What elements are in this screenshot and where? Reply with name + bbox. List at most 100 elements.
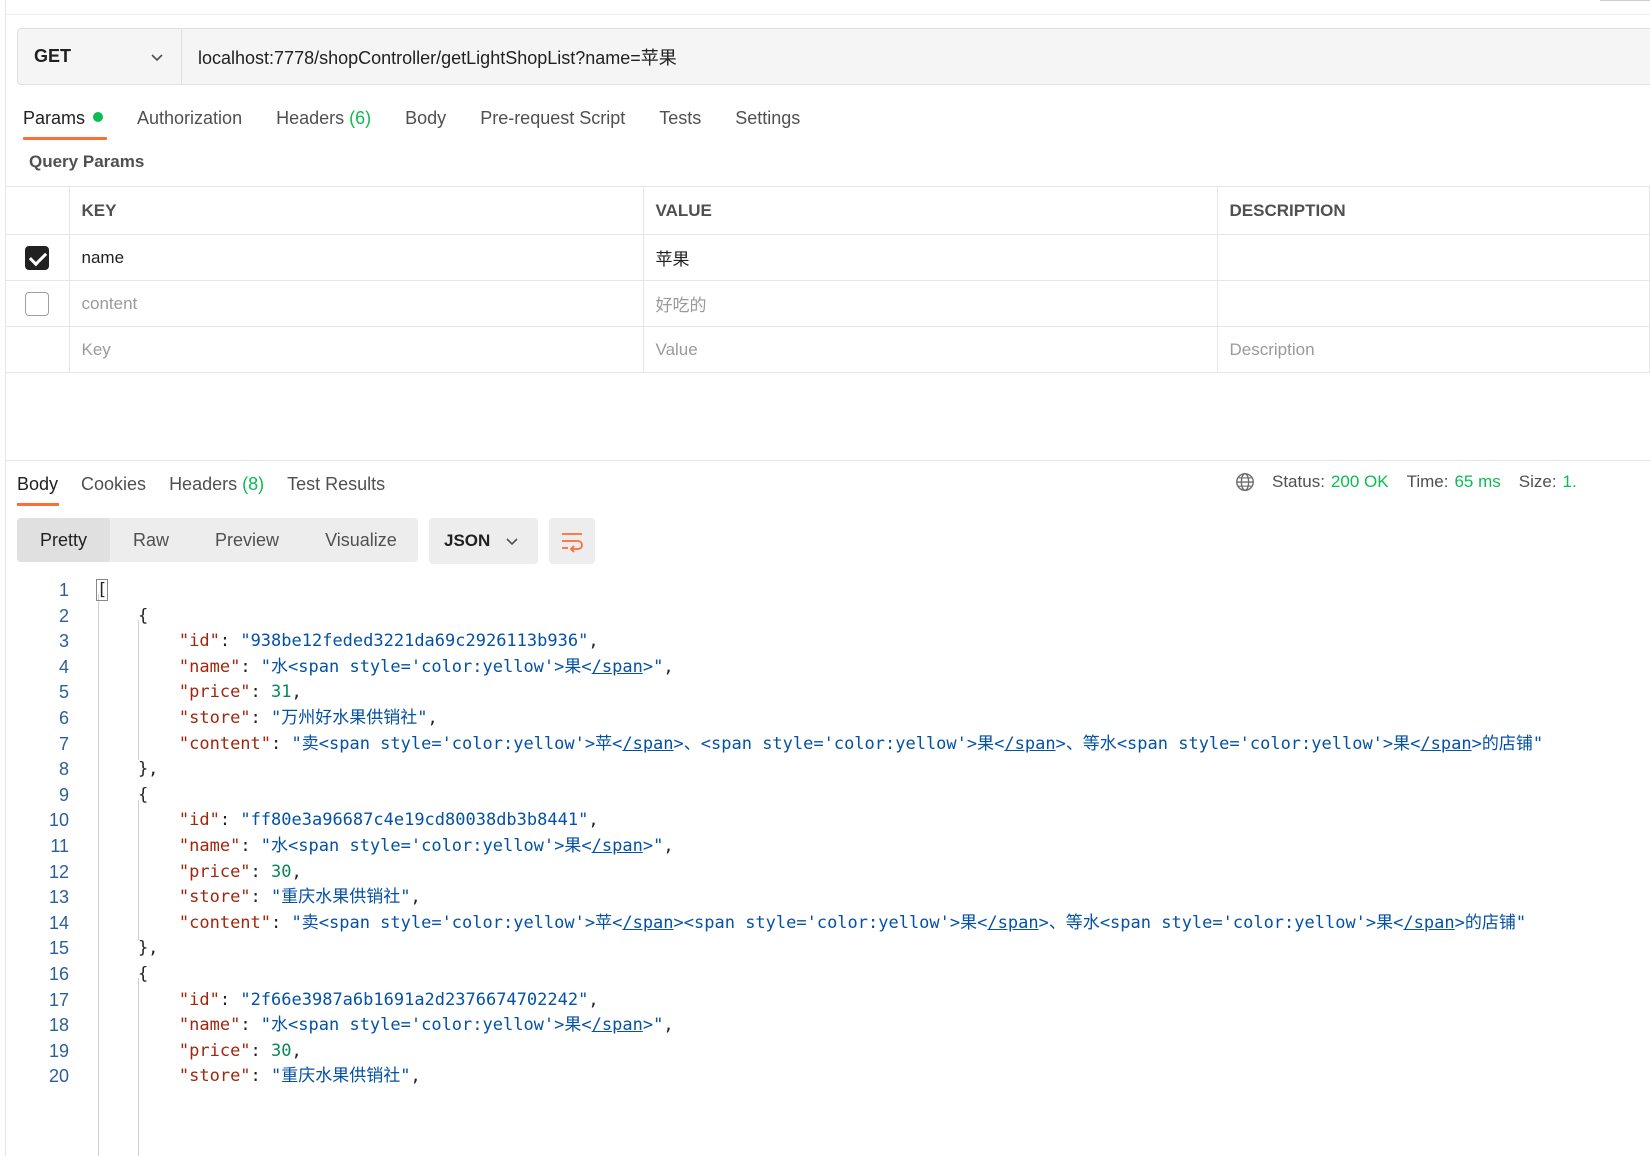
tab-headers[interactable]: Headers (6) xyxy=(276,100,371,140)
new-value-input[interactable]: Value xyxy=(642,326,1218,373)
view-visualize-button[interactable]: Visualize xyxy=(302,518,420,562)
tab-settings[interactable]: Settings xyxy=(735,100,800,140)
code-text: "id": "ff80e3a96687c4e19cd80038db3b8441"… xyxy=(178,810,599,831)
code-line: 15 }, xyxy=(17,936,1647,962)
tab-test-results[interactable]: Test Results xyxy=(287,468,385,506)
params-table: KEY VALUE DESCRIPTION name 苹果 content 好吃… xyxy=(5,186,1650,373)
tab-label: Params xyxy=(23,108,86,128)
header-key: KEY xyxy=(68,186,644,235)
view-pretty-button[interactable]: Pretty xyxy=(17,518,111,562)
param-checkbox-checked[interactable] xyxy=(24,245,49,270)
tab-response-body[interactable]: Body xyxy=(17,468,60,506)
size-value[interactable]: 1. xyxy=(1563,472,1577,492)
line-number: 19 xyxy=(48,1040,69,1061)
tab-label: Headers xyxy=(276,108,345,128)
code-line: 6 "store": "万州好水果供销社", xyxy=(17,706,1647,732)
code-line: 12 "price": 30, xyxy=(17,860,1647,886)
tab-label: Cookies xyxy=(81,474,147,494)
code-line: 20 "store": "重庆水果供销社", xyxy=(17,1064,1647,1090)
code-line: 11 "name": "水<span style='color:yellow'>… xyxy=(17,834,1647,860)
code-text: { xyxy=(97,784,149,805)
param-value[interactable]: 苹果 xyxy=(642,234,1218,281)
code-line: 19 "price": 30, xyxy=(17,1039,1647,1065)
line-number: 7 xyxy=(58,733,69,754)
format-select[interactable]: JSON xyxy=(429,518,538,564)
param-checkbox-unchecked[interactable] xyxy=(24,291,49,316)
code-line: 10 "id": "ff80e3a96687c4e19cd80038db3b84… xyxy=(17,808,1647,834)
code-text: "store": "万州好水果供销社", xyxy=(178,707,438,728)
view-raw-button[interactable]: Raw xyxy=(110,518,192,562)
param-row: name 苹果 xyxy=(5,234,1650,281)
params-header-row: KEY VALUE DESCRIPTION xyxy=(5,186,1650,235)
headers-count: (8) xyxy=(242,474,265,494)
size-label: Size: xyxy=(1518,472,1557,491)
line-number: 16 xyxy=(48,963,69,984)
code-line: 7 "content": "卖<span style='color:yellow… xyxy=(17,732,1647,758)
tab-tests[interactable]: Tests xyxy=(659,100,701,140)
globe-icon[interactable] xyxy=(1234,471,1256,493)
line-number: 11 xyxy=(50,835,69,856)
line-number: 15 xyxy=(48,938,69,959)
tab-cookies[interactable]: Cookies xyxy=(81,468,146,506)
code-line: 16 { xyxy=(17,962,1647,988)
code-text: "name": "水<span style='color:yellow'>果</… xyxy=(178,656,674,677)
param-key[interactable]: content xyxy=(68,280,644,327)
url-input[interactable]: localhost:7778/shopController/getLightSh… xyxy=(182,29,1650,84)
line-number: 18 xyxy=(48,1015,69,1036)
param-value[interactable]: 好吃的 xyxy=(642,280,1218,327)
tab-label: Body xyxy=(405,108,447,128)
line-number: 17 xyxy=(48,989,69,1010)
param-description[interactable] xyxy=(1216,234,1650,281)
status-value[interactable]: 200 OK xyxy=(1331,472,1389,492)
code-text: [ xyxy=(95,579,109,601)
code-line: 4 "name": "水<span style='color:yellow'>果… xyxy=(17,655,1647,681)
new-description-input[interactable]: Description xyxy=(1216,326,1650,373)
line-number: 13 xyxy=(48,887,69,908)
line-number: 14 xyxy=(48,912,69,933)
param-description[interactable] xyxy=(1216,280,1650,327)
code-text: "id": "2f66e3987a6b1691a2d2376674702242"… xyxy=(178,989,599,1010)
code-text: { xyxy=(97,963,149,984)
response-body-code[interactable]: 1[2 {3 "id": "938be12feded3221da69c29261… xyxy=(17,578,1647,1156)
query-params-title: Query Params xyxy=(29,152,145,171)
tab-pre-request-script[interactable]: Pre-request Script xyxy=(480,100,625,140)
line-number: 12 xyxy=(48,861,69,882)
line-number: 9 xyxy=(58,784,69,805)
new-key-input[interactable]: Key xyxy=(68,326,644,373)
line-number: 5 xyxy=(58,682,69,703)
line-number: 3 xyxy=(58,631,69,652)
wrap-lines-button[interactable] xyxy=(549,518,595,564)
line-number: 8 xyxy=(58,759,69,780)
pane-divider[interactable] xyxy=(5,460,1650,461)
active-params-dot xyxy=(93,112,104,123)
code-text: "store": "重庆水果供销社", xyxy=(178,1066,421,1087)
code-line: 3 "id": "938be12feded3221da69c2926113b93… xyxy=(17,629,1647,655)
tab-authorization[interactable]: Authorization xyxy=(137,100,242,140)
tab-params[interactable]: Params xyxy=(23,100,108,140)
top-border xyxy=(5,14,1650,15)
left-border xyxy=(5,0,6,1156)
response-tabs: Body Cookies Headers (8) Test Results xyxy=(17,468,408,508)
code-text: "content": "卖<span style='color:yellow'>… xyxy=(178,912,1527,933)
checkbox-cell xyxy=(5,234,70,281)
time-value[interactable]: 65 ms xyxy=(1454,472,1500,492)
code-text: "name": "水<span style='color:yellow'>果</… xyxy=(178,1015,674,1036)
checkbox-cell xyxy=(5,280,70,327)
tab-body[interactable]: Body xyxy=(405,100,446,140)
chevron-down-icon xyxy=(151,53,163,61)
line-number: 20 xyxy=(48,1066,69,1087)
headers-count: (6) xyxy=(349,108,372,128)
line-number: 6 xyxy=(58,707,69,728)
tab-response-headers[interactable]: Headers (8) xyxy=(169,468,264,506)
tab-label: Pre-request Script xyxy=(480,108,626,128)
view-mode-segment: Pretty Raw Preview Visualize xyxy=(17,518,418,562)
header-value: VALUE xyxy=(642,186,1218,235)
code-line: 5 "price": 31, xyxy=(17,680,1647,706)
code-lines: 1[2 {3 "id": "938be12feded3221da69c29261… xyxy=(17,578,1647,1090)
code-text: "name": "水<span style='color:yellow'>果</… xyxy=(178,835,674,856)
response-status-bar: Status: 200 OK Time: 65 ms Size: 1. xyxy=(1234,471,1595,493)
checkbox-cell xyxy=(5,326,70,373)
param-key[interactable]: name xyxy=(68,234,644,281)
view-preview-button[interactable]: Preview xyxy=(192,518,302,562)
method-select[interactable]: GET xyxy=(18,29,182,84)
